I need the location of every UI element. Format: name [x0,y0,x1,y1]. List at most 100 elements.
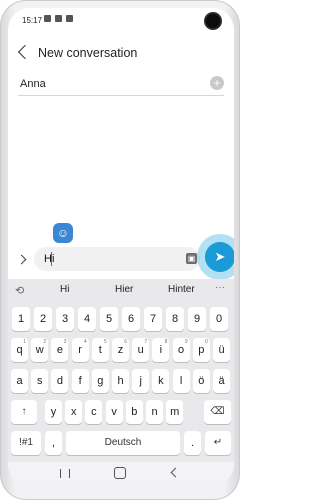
key-,[interactable]: , [45,431,62,455]
phone-frame: 15:17 New conversation Anna + ☺ Hi ▣ ➤ ⟲… [0,0,240,500]
key-label: y [50,406,57,418]
divider [18,95,224,96]
back-icon[interactable] [170,467,181,478]
key-t[interactable]: t5 [91,338,109,362]
key-f[interactable]: f [71,369,89,393]
key-row-3: ↑ y x c v b n m ⌫ [8,400,234,426]
key-ö[interactable]: ö [192,369,210,393]
key-m[interactable]: m [166,400,184,424]
key-label: 7 [149,313,157,325]
key-y[interactable]: y [45,400,62,424]
suggestion-3[interactable]: Hinter [168,284,195,295]
back-arrow-icon[interactable] [17,44,33,60]
key-a[interactable]: a [11,369,28,393]
key-q[interactable]: q1 [11,338,28,362]
key-u[interactable]: u7 [132,338,150,362]
key-ä[interactable]: ä [213,369,230,393]
home-icon[interactable] [114,467,126,479]
key-label: 2 [39,313,47,325]
key-label: ⌫ [210,406,225,417]
key-label: s [36,375,43,387]
key-k[interactable]: k [152,369,170,393]
key-label: p [198,344,205,356]
key-hint: 2 [43,339,47,345]
key-3[interactable]: 3 [56,307,74,331]
key-r[interactable]: r4 [71,338,89,362]
key-hint: 7 [144,339,148,345]
key-!#1[interactable]: !#1 [11,431,41,455]
key-label: 6 [127,313,135,325]
expand-chevron-icon[interactable] [16,254,27,265]
status-time: 15:17 [22,16,43,25]
key-label: , [51,437,56,449]
more-options-icon[interactable]: ··· [215,282,225,293]
suggestion-2[interactable]: Hier [115,284,133,295]
key-x[interactable]: x [65,400,83,424]
key-label: f [78,375,82,387]
recipient-field[interactable]: Anna + [18,74,224,94]
key-⌫[interactable]: ⌫ [204,400,231,424]
key-v[interactable]: v [105,400,123,424]
key-6[interactable]: 6 [122,307,140,331]
key-label: 9 [193,313,201,325]
key-h[interactable]: h [112,369,129,393]
message-input[interactable]: Hi ▣ [34,247,200,271]
sticker-icon[interactable]: ☺ [53,223,73,243]
key-label: 4 [83,313,91,325]
key-c[interactable]: c [85,400,103,424]
key-↵[interactable]: ↵ [205,431,231,455]
key-5[interactable]: 5 [100,307,118,331]
key-label: r [78,344,82,356]
key-z[interactable]: z6 [112,338,129,362]
key-Deutsch[interactable]: Deutsch [66,431,180,455]
key-8[interactable]: 8 [166,307,184,331]
key-label: o [178,344,185,356]
key-l[interactable]: l [172,369,190,393]
key-row-1: q1w2e3r4t5z6u7i8o9p0ü [8,338,234,364]
key-hint: 8 [164,339,168,345]
key-label: d [56,375,63,387]
key-g[interactable]: g [91,369,109,393]
key-label: Deutsch [104,437,142,448]
add-recipient-icon[interactable]: + [210,76,224,90]
notification-icon [44,15,51,22]
key-s[interactable]: s [31,369,49,393]
key-w[interactable]: w2 [31,338,49,362]
recent-apps-icon[interactable] [60,469,70,478]
key-p[interactable]: p0 [192,338,210,362]
key-7[interactable]: 7 [144,307,162,331]
key-↑[interactable]: ↑ [11,400,37,424]
suggestion-1[interactable]: Hi [60,284,69,295]
key-label: u [137,344,144,356]
key-9[interactable]: 9 [188,307,206,331]
key-label: k [158,375,164,387]
key-e[interactable]: e3 [51,338,69,362]
keyboard: ⟲ Hi Hier Hinter ··· 1234567890 q1w2e3r4… [8,279,234,462]
key-label: 0 [215,313,223,325]
key-i[interactable]: i8 [152,338,170,362]
key-b[interactable]: b [125,400,143,424]
key-label: n [151,406,158,418]
front-camera [206,14,220,28]
key-1[interactable]: 1 [12,307,30,331]
key-label: b [131,406,138,418]
key-j[interactable]: j [132,369,150,393]
key-ü[interactable]: ü [213,338,230,362]
attachment-icon[interactable]: ▣ [186,253,197,264]
key-d[interactable]: d [51,369,69,393]
key-o[interactable]: o9 [172,338,190,362]
key-label: i [159,344,163,356]
key-label: q [16,344,23,356]
keyboard-settings-icon[interactable]: ⟲ [15,284,24,297]
status-bar: 15:17 [8,8,234,32]
key-n[interactable]: n [146,400,163,424]
key-label: a [16,375,23,387]
send-button[interactable]: ➤ [205,242,234,272]
key-.[interactable]: . [184,431,201,455]
key-0[interactable]: 0 [210,307,228,331]
key-4[interactable]: 4 [78,307,96,331]
page-title: New conversation [38,46,138,60]
key-2[interactable]: 2 [34,307,52,331]
key-label: 5 [105,313,113,325]
key-label: x [70,406,77,418]
